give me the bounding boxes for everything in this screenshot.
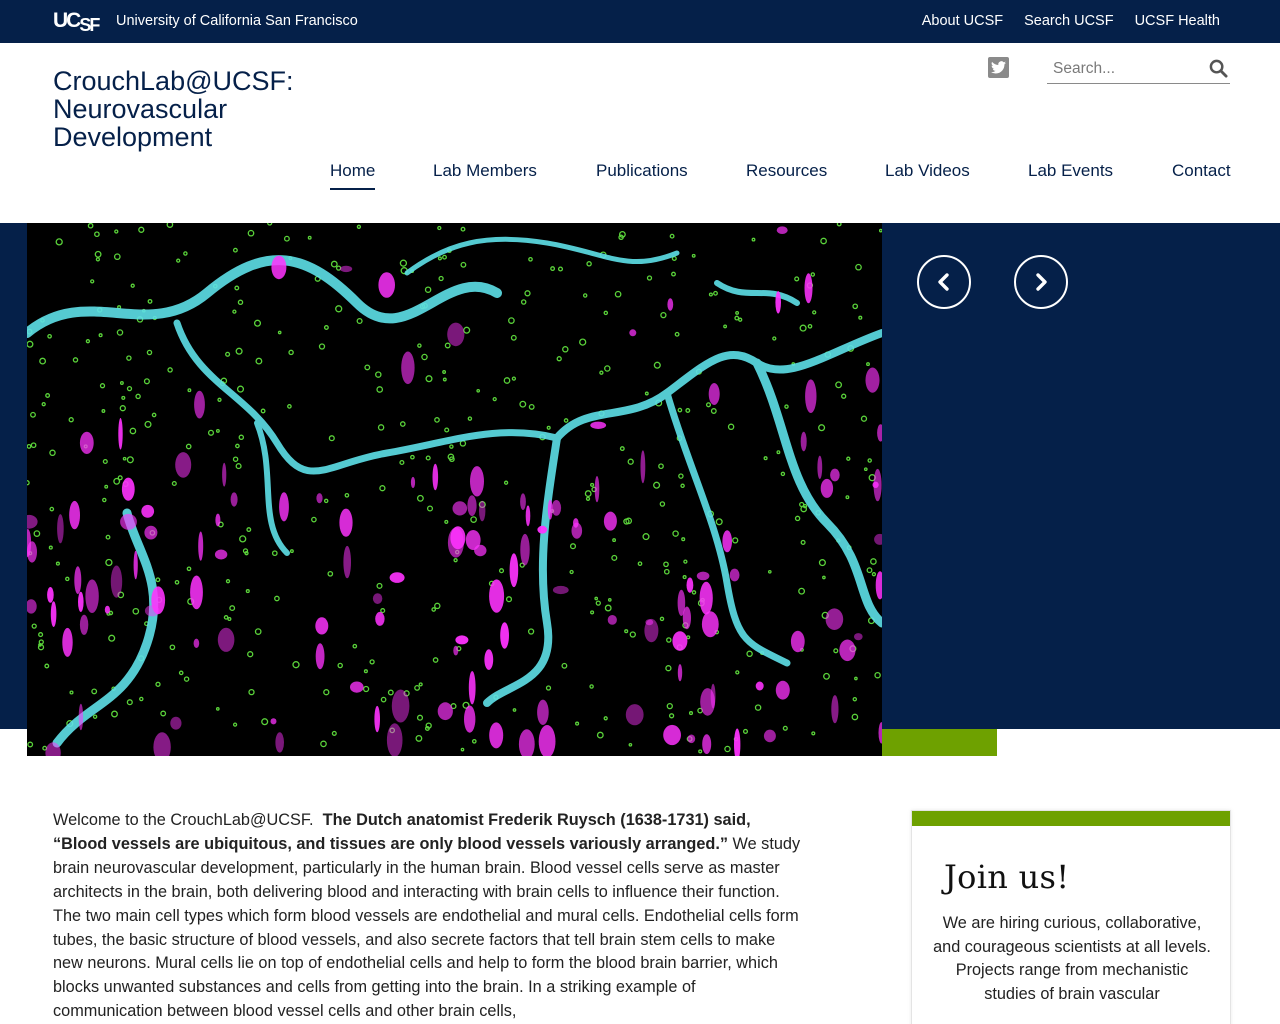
card-accent-bar — [912, 811, 1230, 826]
join-us-line-2: Projects range from mechanistic studies … — [955, 961, 1189, 1003]
nav-publications[interactable]: Publications — [596, 161, 688, 181]
accent-bar — [882, 729, 997, 756]
intro-body: We study brain neurovascular development… — [53, 834, 801, 1021]
nav-lab-events[interactable]: Lab Events — [1028, 161, 1113, 181]
site-title[interactable]: CrouchLab@UCSF: Neurovascular Developmen… — [53, 67, 333, 151]
intro-text: Welcome to the CrouchLab@UCSF. The Dutch… — [53, 809, 805, 1024]
top-links: About UCSF Search UCSF UCSF Health — [922, 13, 1220, 29]
nav-home[interactable]: Home — [330, 161, 376, 190]
nav-lab-videos[interactable]: Lab Videos — [885, 161, 970, 181]
intro-lead: Welcome to the CrouchLab@UCSF. — [53, 811, 314, 829]
ucsf-logo[interactable]: UCSF — [53, 9, 100, 35]
ucsf-top-bar: UCSF University of California San Franci… — [0, 0, 1280, 43]
main-nav: Home Lab Members Publications Resources … — [330, 161, 1231, 191]
nav-lab-members[interactable]: Lab Members — [433, 161, 537, 181]
chevron-left-icon — [938, 273, 949, 291]
search-icon[interactable] — [1209, 59, 1228, 83]
join-us-line-1: We are hiring curious, collaborative, an… — [933, 914, 1211, 956]
slideshow-next-button[interactable] — [1014, 255, 1068, 309]
nav-contact[interactable]: Contact — [1172, 161, 1231, 181]
university-name[interactable]: University of California San Francisco — [116, 13, 358, 29]
join-us-title: Join us! — [944, 858, 1070, 896]
search-input[interactable] — [1047, 57, 1197, 81]
slideshow-prev-button[interactable] — [917, 255, 971, 309]
nav-resources[interactable]: Resources — [746, 161, 827, 181]
about-ucsf-link[interactable]: About UCSF — [922, 13, 1003, 29]
hero-microscopy-image — [27, 223, 882, 756]
ucsf-health-link[interactable]: UCSF Health — [1135, 13, 1220, 29]
chevron-right-icon — [1036, 273, 1047, 291]
twitter-icon[interactable] — [988, 57, 1009, 78]
search-ucsf-link[interactable]: Search UCSF — [1024, 13, 1113, 29]
search-box — [1047, 55, 1230, 84]
join-us-text: We are hiring curious, collaborative, an… — [932, 912, 1212, 1006]
join-us-card: Join us! We are hiring curious, collabor… — [911, 810, 1231, 1024]
